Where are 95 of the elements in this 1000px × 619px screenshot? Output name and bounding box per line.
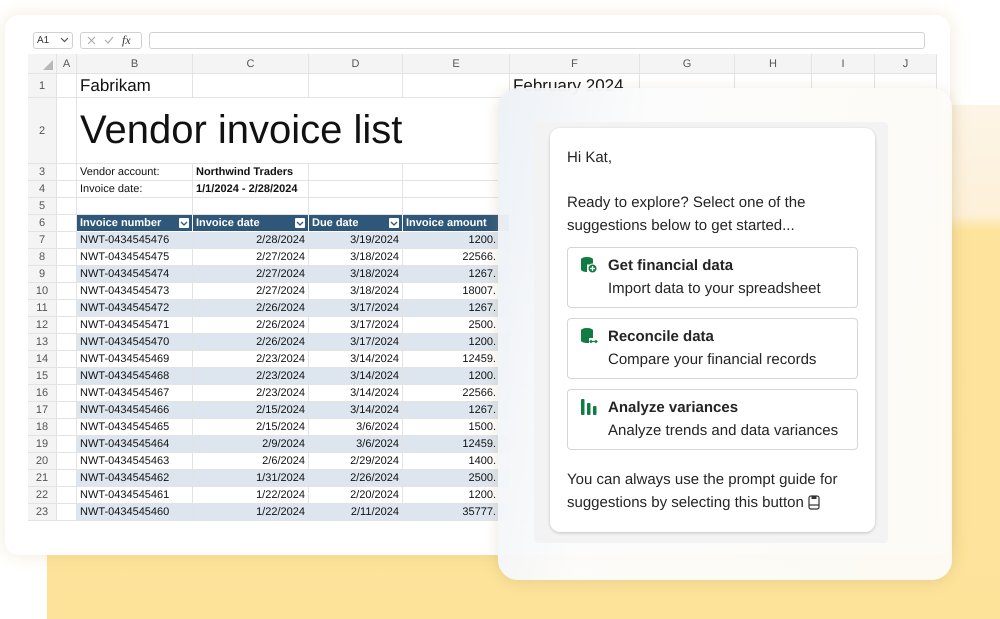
- prompt-guide-icon: [808, 495, 820, 510]
- table-cell: NWT-0434545468: [77, 368, 193, 385]
- row-header[interactable]: 18: [28, 419, 57, 436]
- name-box[interactable]: A1: [33, 32, 73, 48]
- table-cell: 3/14/2024: [309, 368, 403, 385]
- table-cell: 2/15/2024: [193, 402, 309, 419]
- row-header[interactable]: 7: [28, 232, 57, 249]
- table-cell: 2/11/2024: [309, 504, 403, 521]
- row-header[interactable]: 20: [28, 453, 57, 470]
- table-header[interactable]: Invoice number: [77, 215, 193, 232]
- row-header[interactable]: 10: [28, 283, 57, 300]
- field-value: 1/1/2024 - 2/28/2024: [193, 181, 309, 198]
- table-cell: NWT-0434545466: [77, 402, 193, 419]
- table-cell: NWT-0434545464: [77, 436, 193, 453]
- column-header[interactable]: F: [510, 54, 640, 74]
- table-cell: NWT-0434545476: [77, 232, 193, 249]
- suggestion-card[interactable]: Analyze variances Analyze trends and data variances: [567, 389, 858, 450]
- suggestion-subtitle: Analyze trends and data variances: [608, 421, 838, 441]
- column-header[interactable]: E: [403, 54, 510, 74]
- table-cell: 3/14/2024: [309, 402, 403, 419]
- table-cell: 3/17/2024: [309, 300, 403, 317]
- table-header[interactable]: Invoice date: [193, 215, 309, 232]
- row-header[interactable]: 9: [28, 266, 57, 283]
- row-header[interactable]: 3: [28, 164, 57, 181]
- column-header[interactable]: I: [812, 54, 875, 74]
- suggestion-card[interactable]: Get financial data Import data to your spreadsheet: [567, 247, 858, 308]
- function-label[interactable]: fx: [122, 32, 131, 48]
- table-cell: 1/31/2024: [193, 470, 309, 487]
- suggestion-card[interactable]: Reconcile data Compare your financial records: [567, 318, 858, 379]
- bar-chart-icon: [580, 398, 598, 416]
- row-header[interactable]: 13: [28, 334, 57, 351]
- row-header[interactable]: 22: [28, 487, 57, 504]
- table-cell: 3/18/2024: [309, 266, 403, 283]
- filter-dropdown-icon[interactable]: [389, 218, 399, 228]
- formula-input[interactable]: [149, 32, 925, 48]
- row-header[interactable]: 21: [28, 470, 57, 487]
- select-all-icon[interactable]: [43, 60, 53, 70]
- table-cell: 2/23/2024: [193, 368, 309, 385]
- filter-dropdown-icon[interactable]: [295, 218, 305, 228]
- empty-cell: [57, 98, 77, 164]
- column-header[interactable]: B: [77, 54, 193, 74]
- row-header[interactable]: 1: [28, 74, 57, 98]
- row-header[interactable]: 11: [28, 300, 57, 317]
- table-header[interactable]: Due date: [309, 215, 403, 232]
- suggestion-title: Analyze variances: [608, 398, 740, 418]
- row-header[interactable]: 16: [28, 385, 57, 402]
- column-header[interactable]: J: [875, 54, 937, 74]
- row-header[interactable]: 5: [28, 198, 57, 215]
- table-cell: NWT-0434545470: [77, 334, 193, 351]
- suggestion-title: Get financial data: [608, 256, 734, 276]
- table-cell: 2/26/2024: [193, 334, 309, 351]
- row-header[interactable]: 12: [28, 317, 57, 334]
- chevron-down-icon: [60, 37, 69, 43]
- table-cell: 3/6/2024: [309, 436, 403, 453]
- table-cell: 2/26/2024: [309, 470, 403, 487]
- row-header[interactable]: 8: [28, 249, 57, 266]
- database-compare-icon: [580, 327, 598, 345]
- field-value: Northwind Traders: [193, 164, 309, 181]
- column-header[interactable]: G: [640, 54, 735, 74]
- field-label: Vendor account:: [77, 164, 193, 181]
- column-header[interactable]: H: [735, 54, 812, 74]
- row-header[interactable]: 15: [28, 368, 57, 385]
- row-header[interactable]: 6: [28, 215, 57, 232]
- suggestion-subtitle: Compare your financial records: [608, 350, 816, 370]
- column-header[interactable]: C: [193, 54, 309, 74]
- cancel-icon[interactable]: [87, 36, 96, 44]
- table-cell: 2/26/2024: [193, 300, 309, 317]
- row-header[interactable]: 23: [28, 504, 57, 521]
- suggestion-subtitle: Import data to your spreadsheet: [608, 279, 821, 299]
- table-cell: 2/28/2024: [193, 232, 309, 249]
- suggestion-title: Reconcile data: [608, 327, 715, 347]
- row-header[interactable]: 17: [28, 402, 57, 419]
- table-cell: NWT-0434545460: [77, 504, 193, 521]
- row-header[interactable]: 4: [28, 181, 57, 198]
- hint-text: You can always use the prompt guide for suggestions by selecting this button: [567, 471, 838, 511]
- table-cell: NWT-0434545474: [77, 266, 193, 283]
- cell-text: Fabrikam: [77, 74, 193, 98]
- table-cell: 2/27/2024: [193, 266, 309, 283]
- greeting-text: Hi Kat,: [567, 148, 614, 168]
- table-cell: NWT-0434545472: [77, 300, 193, 317]
- checkmark-icon[interactable]: [104, 36, 114, 44]
- row-header[interactable]: 19: [28, 436, 57, 453]
- column-header[interactable]: A: [57, 54, 77, 74]
- intro-text: Ready to explore? Select one of the suggestions below to get started...: [567, 193, 806, 236]
- field-label: Invoice date:: [77, 181, 193, 198]
- row-header[interactable]: 2: [28, 98, 57, 164]
- filter-dropdown-icon[interactable]: [179, 218, 189, 228]
- table-cell: NWT-0434545462: [77, 470, 193, 487]
- table-cell: 3/17/2024: [309, 334, 403, 351]
- table-cell: 3/19/2024: [309, 232, 403, 249]
- table-cell: 2/9/2024: [193, 436, 309, 453]
- table-cell: 1/22/2024: [193, 504, 309, 521]
- database-add-icon: [580, 256, 598, 274]
- row-header[interactable]: 14: [28, 351, 57, 368]
- column-header[interactable]: D: [309, 54, 403, 74]
